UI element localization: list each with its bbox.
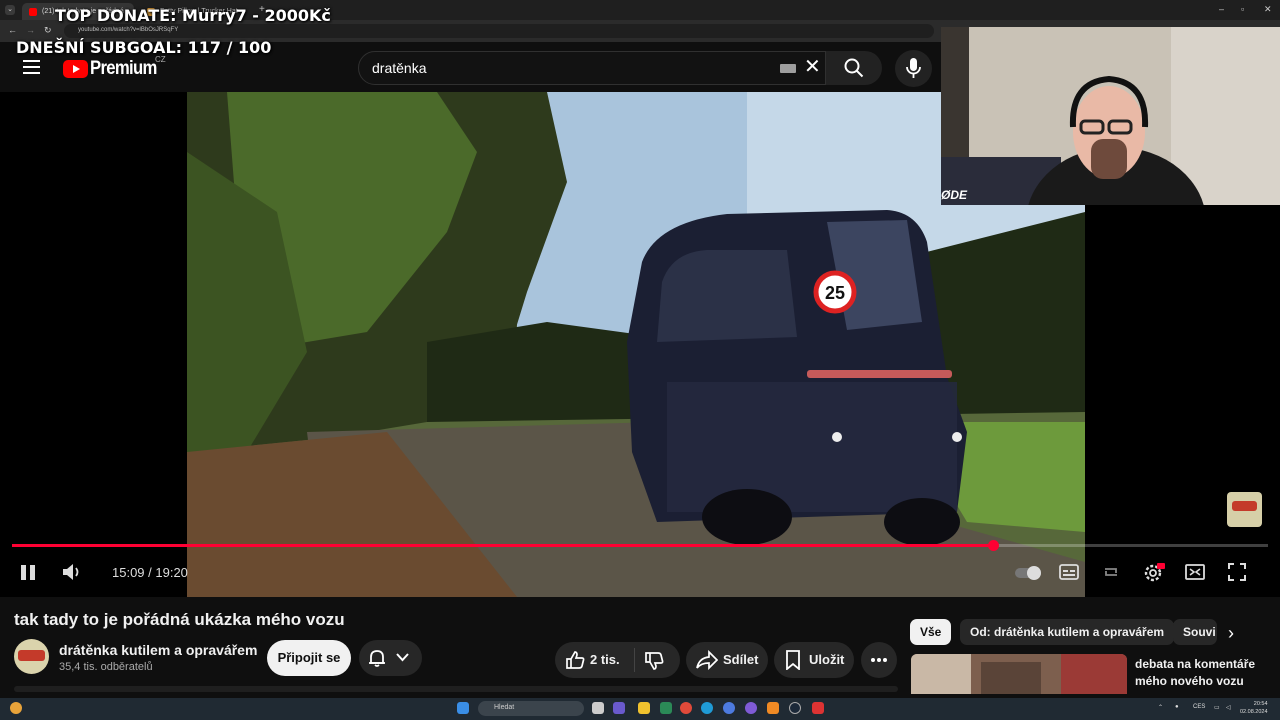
close-icon[interactable]: ✕ <box>804 57 821 77</box>
subscriber-count: 35,4 tis. odběratelů <box>59 661 153 673</box>
search-button[interactable] <box>826 51 882 85</box>
address-bar[interactable]: youtube.com/watch?v=lBbOsJRSqFY <box>64 24 934 38</box>
tray-mic-icon[interactable]: ● <box>1175 704 1179 710</box>
voice-search-button[interactable] <box>895 50 932 87</box>
loop-icon[interactable] <box>1102 563 1120 586</box>
chip-from-channel[interactable]: Od: drátěnka kutilem a opravářem <box>960 619 1175 645</box>
task-view-icon[interactable] <box>592 702 604 714</box>
notifications-button[interactable] <box>359 640 422 676</box>
search-input[interactable] <box>358 51 826 85</box>
webcam-label: ØDE <box>941 188 968 202</box>
youtube-premium-logo[interactable]: Premium <box>90 58 157 80</box>
like-dislike-group[interactable]: 2 tis. <box>555 642 680 678</box>
app-icon[interactable] <box>812 702 824 714</box>
share-button[interactable]: Sdílet <box>686 642 768 678</box>
volume-icon[interactable] <box>62 563 82 586</box>
webcam-overlay <box>941 27 1280 205</box>
subgoal-overlay: DNEŠNÍ SUBGOAL: 117 / 100 <box>16 38 272 57</box>
channel-watermark-logo[interactable] <box>1227 492 1262 527</box>
autoplay-toggle-icon[interactable] <box>1014 565 1042 586</box>
description-box[interactable] <box>14 686 898 692</box>
youtube-logo-icon[interactable] <box>63 60 88 78</box>
like-icon <box>566 651 585 669</box>
scrubber-handle[interactable] <box>987 540 999 551</box>
forward-icon[interactable]: → <box>26 25 35 35</box>
fullscreen-icon[interactable] <box>1228 563 1246 586</box>
like-divider <box>634 648 635 672</box>
start-icon[interactable] <box>457 702 469 714</box>
steam-icon[interactable] <box>789 702 801 714</box>
speaker-icon[interactable]: ◁ <box>1226 704 1231 711</box>
close-window-button[interactable]: ✕ <box>1264 4 1272 15</box>
hamburger-icon[interactable] <box>23 60 40 74</box>
cloud-icon[interactable] <box>767 702 779 714</box>
bell-icon <box>369 650 385 667</box>
search-icon <box>844 58 864 78</box>
channel-avatar[interactable] <box>14 639 49 674</box>
chevron-right-icon[interactable]: › <box>1228 623 1234 644</box>
clock-time: 20:54 <box>1253 701 1268 707</box>
progress-fill <box>12 544 993 547</box>
chrome-icon[interactable] <box>680 702 692 714</box>
maximize-button[interactable]: ▫ <box>1241 4 1244 14</box>
share-label: Sdílet <box>723 652 759 667</box>
tab-search-icon[interactable]: ⌄ <box>5 5 15 15</box>
bookmark-icon <box>786 650 800 670</box>
language-indicator[interactable]: CES <box>1193 704 1205 710</box>
network-icon[interactable]: ▭ <box>1214 704 1220 711</box>
subtitles-icon[interactable] <box>1059 564 1079 585</box>
messenger-icon[interactable] <box>745 702 757 714</box>
webcam-scene <box>941 27 1280 205</box>
more-icon <box>871 658 887 662</box>
thumbnail-image <box>911 654 1127 694</box>
chip-related[interactable]: Souvi <box>1173 619 1217 645</box>
join-button[interactable]: Připojit se <box>267 640 351 676</box>
file-explorer-icon[interactable] <box>638 702 650 714</box>
save-button[interactable]: Uložit <box>774 642 854 678</box>
more-actions-button[interactable] <box>861 642 897 678</box>
road-sign-text: 25 <box>825 283 845 303</box>
mic-icon <box>906 58 921 78</box>
time-display: 15:09 / 19:20 <box>112 565 188 580</box>
chip-all[interactable]: Vše <box>910 619 952 645</box>
miniplayer-icon[interactable] <box>1185 564 1205 585</box>
app-icon[interactable] <box>613 702 625 714</box>
top-donate-overlay: TOP DONATE: Murry7 - 2000Kč <box>55 6 331 25</box>
recommended-thumbnail[interactable] <box>911 654 1127 694</box>
app-icon[interactable] <box>660 702 672 714</box>
pause-icon[interactable] <box>20 564 36 586</box>
save-label: Uložit <box>809 652 845 667</box>
taskbar-search-input[interactable]: Hledat <box>478 701 584 716</box>
channel-name[interactable]: drátěnka kutilem a opravářem <box>59 642 257 658</box>
video-title: tak tady to je pořádná ukázka mého vozu <box>14 610 345 629</box>
dislike-icon[interactable] <box>644 651 664 671</box>
progress-bar[interactable] <box>12 540 1268 551</box>
reload-icon[interactable]: ↻ <box>44 25 52 36</box>
search-query[interactable]: dratěnka <box>372 60 426 76</box>
back-icon[interactable]: ← <box>8 25 17 35</box>
microcar: 25 <box>627 210 967 546</box>
widgets-icon[interactable] <box>10 702 22 714</box>
settings-gear-icon[interactable] <box>1143 561 1165 588</box>
youtube-favicon-icon <box>29 8 37 16</box>
like-count: 2 tis. <box>590 652 620 667</box>
tray-arrow-icon[interactable]: ⌃ <box>1158 704 1163 711</box>
browser-icon[interactable] <box>723 702 735 714</box>
clock-date: 02.08.2024 <box>1240 709 1268 715</box>
share-icon <box>696 650 718 670</box>
taskbar-clock[interactable]: 20:54 02.08.2024 <box>1240 700 1268 716</box>
minimize-button[interactable]: – <box>1219 4 1224 14</box>
edge-icon[interactable] <box>701 702 713 714</box>
chevron-down-icon <box>396 653 409 662</box>
keyboard-icon[interactable] <box>780 64 796 73</box>
recommended-title[interactable]: debata na komentáře mého nového vozu <box>1135 656 1275 690</box>
